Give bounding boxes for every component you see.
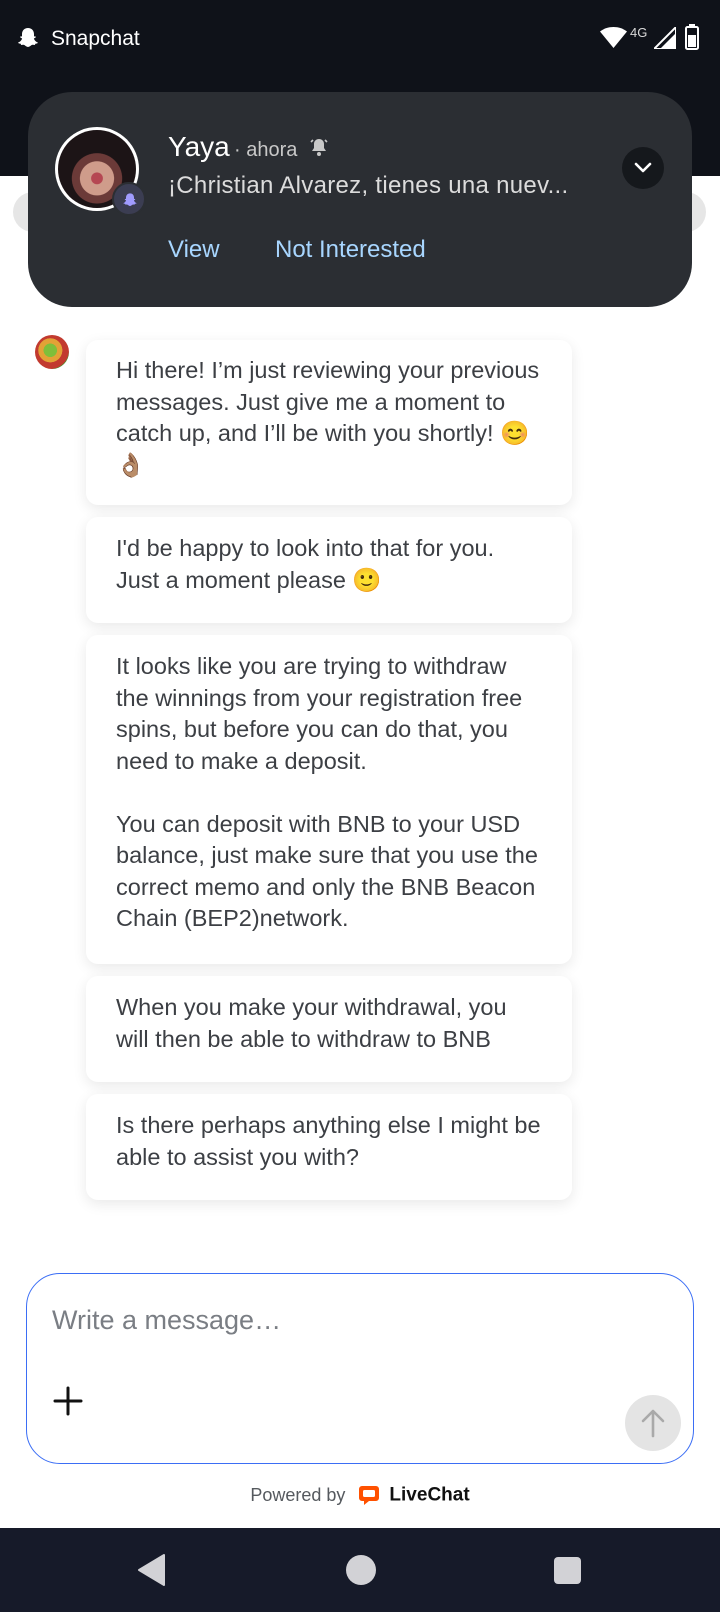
snapchat-badge-icon (112, 182, 146, 216)
heads-up-notification[interactable]: Yaya · ahora ¡Christian Alvarez, tienes … (28, 92, 692, 307)
notification-message: ¡Christian Alvarez, tienes una nuev... (168, 172, 569, 199)
chat-message: I'd be happy to look into that for you. … (86, 517, 572, 623)
livechat-logo-icon (359, 1486, 380, 1506)
agent-avatar (35, 335, 69, 369)
chat-message: Hi there! I’m just reviewing your previo… (86, 340, 572, 505)
notification-time: · ahora (234, 139, 298, 161)
livechat-brand: LiveChat (389, 1484, 470, 1506)
not-interested-button[interactable]: Not Interested (275, 236, 426, 264)
send-button[interactable] (625, 1395, 681, 1451)
add-attachment-button[interactable] (51, 1384, 85, 1418)
system-navigation-bar (0, 1528, 720, 1612)
chat-message: When you make your withdrawal, you will … (86, 976, 572, 1082)
wifi-icon (600, 27, 627, 48)
expand-notification-button[interactable] (622, 147, 664, 189)
battery-icon (685, 24, 699, 50)
snapchat-ghost-icon (17, 28, 38, 47)
notification-sender: Yaya (168, 131, 230, 162)
chat-message: It looks like you are trying to withdraw… (86, 635, 572, 964)
bell-alert-icon (310, 139, 328, 156)
status-bar: Snapchat 4G (0, 0, 720, 78)
nav-back-icon[interactable] (136, 1553, 168, 1587)
network-type: 4G (630, 25, 648, 40)
powered-by[interactable]: Powered by LiveChat (0, 1484, 720, 1514)
powered-by-label: Powered by (250, 1484, 346, 1505)
message-composer (26, 1273, 694, 1464)
chevron-down-icon (634, 162, 652, 173)
status-app-name: Snapchat (51, 27, 140, 50)
message-input[interactable] (52, 1300, 652, 1340)
cell-signal-icon (654, 27, 676, 49)
nav-recents-icon[interactable] (554, 1557, 581, 1584)
arrow-up-icon (641, 1409, 665, 1438)
view-button[interactable]: View (168, 236, 220, 264)
nav-home-icon[interactable] (346, 1555, 376, 1585)
chat-message: Is there perhaps anything else I might b… (86, 1094, 572, 1200)
